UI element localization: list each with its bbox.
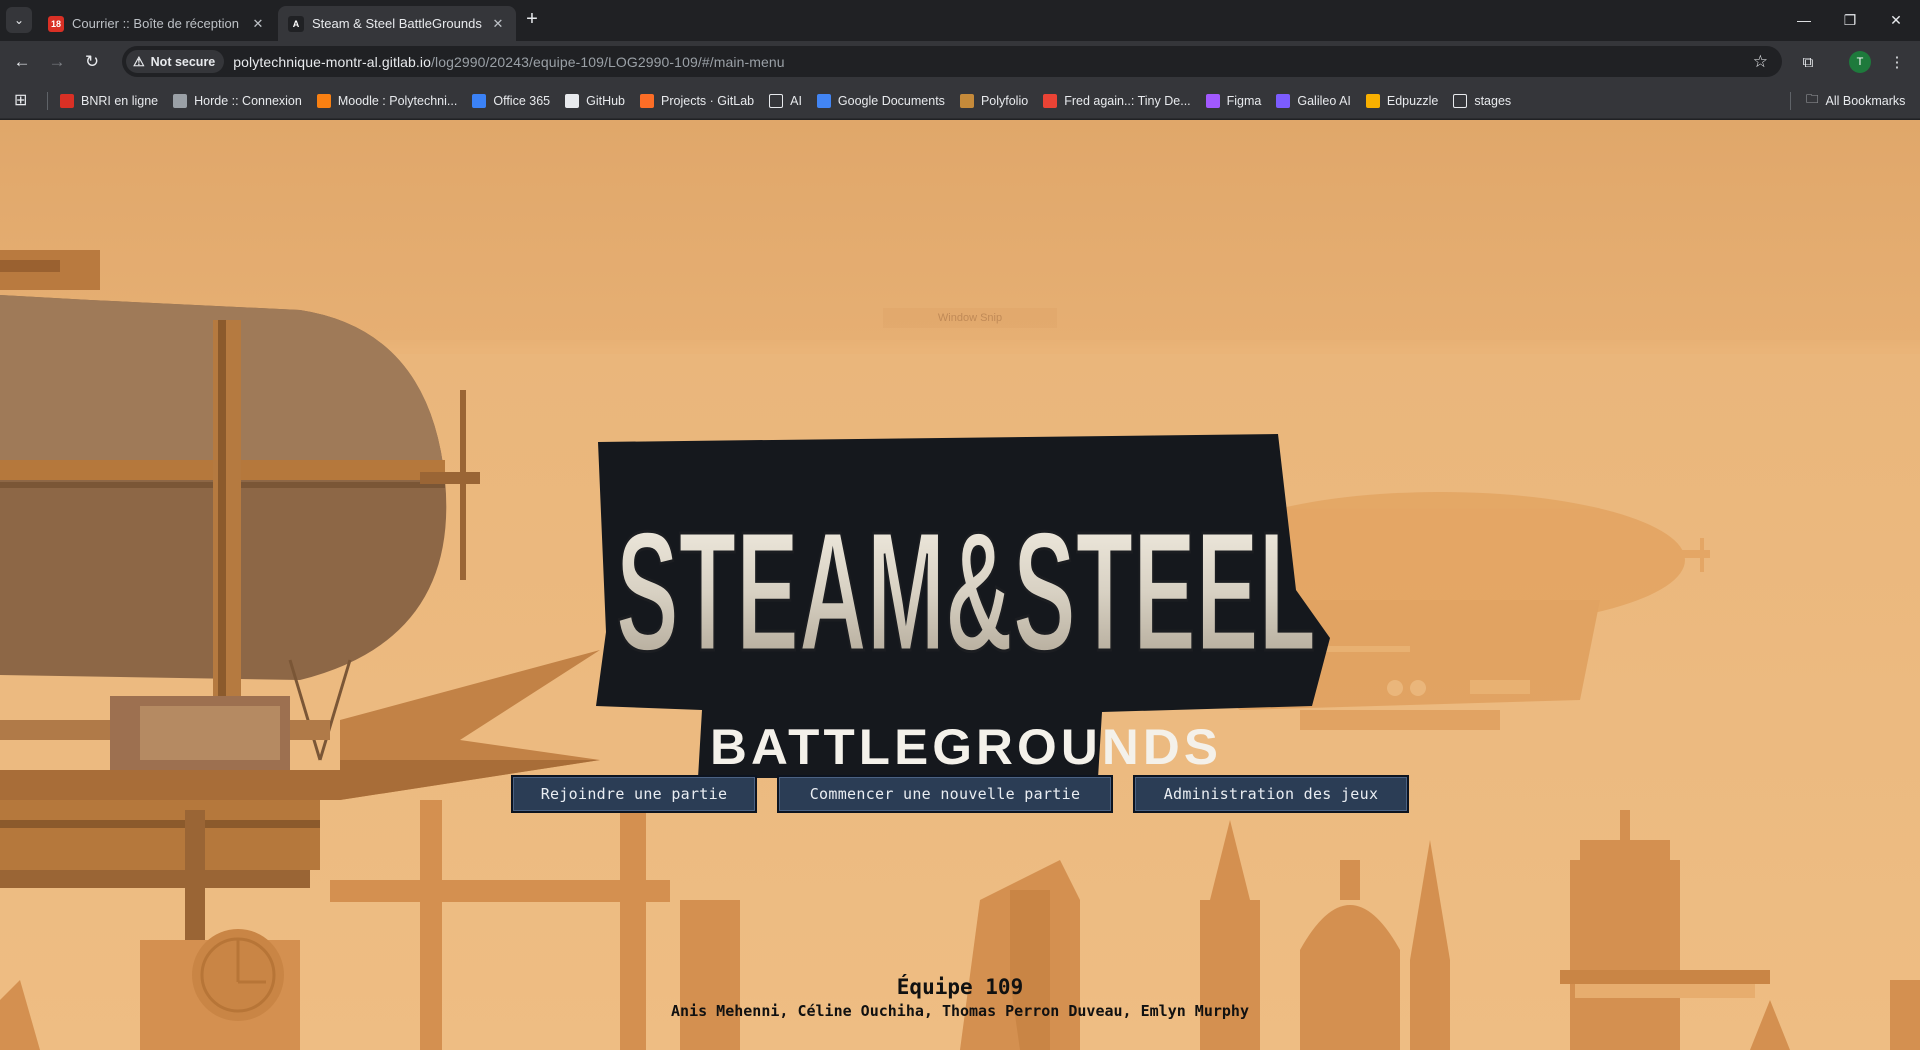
address-bar[interactable]: ⚠ Not secure polytechnique-montr-al.gitl… bbox=[122, 46, 1782, 77]
bookmark-label: Fred again..: Tiny De... bbox=[1064, 93, 1191, 108]
team-title: Équipe 109 bbox=[896, 975, 1024, 999]
polyfolio-icon bbox=[959, 93, 974, 108]
bookmark-label: BNRI en ligne bbox=[81, 93, 159, 108]
foreground-airship bbox=[0, 250, 600, 980]
reload-button[interactable]: ↻ bbox=[79, 49, 105, 75]
bookmark-item[interactable]: GitHub bbox=[565, 93, 626, 108]
security-label: Not secure bbox=[150, 54, 216, 69]
bookmark-label: stages bbox=[1474, 93, 1512, 108]
apps-grid-icon[interactable]: ⊞ bbox=[14, 90, 27, 110]
bookmark-list: BNRI en ligne Horde :: Connexion Moodle : … bbox=[60, 82, 1526, 119]
close-icon: ✕ bbox=[1890, 11, 1902, 28]
bookmark-item[interactable]: Projects · GitLab bbox=[640, 93, 755, 108]
window-close-button[interactable]: ✕ bbox=[1873, 0, 1919, 40]
warning-triangle-icon: ⚠ bbox=[133, 53, 145, 69]
bookmark-label: Moodle : Polytechni... bbox=[337, 93, 458, 108]
new-game-button[interactable]: Commencer une nouvelle partie bbox=[777, 775, 1113, 813]
logo-title: STEAM&STEEL bbox=[616, 497, 1316, 687]
bookmark-label: GitHub bbox=[586, 93, 626, 108]
bookmark-label: Projects · GitLab bbox=[661, 93, 755, 108]
fred-icon bbox=[1043, 93, 1058, 108]
bookmark-item[interactable]: stages bbox=[1453, 93, 1512, 108]
bookmark-star-icon[interactable]: ☆ bbox=[1753, 52, 1768, 72]
security-chip[interactable]: ⚠ Not secure bbox=[126, 50, 225, 73]
bookmark-item[interactable]: Office 365 bbox=[472, 93, 551, 108]
edpuzzle-icon bbox=[1365, 93, 1380, 108]
bookmark-label: Horde :: Connexion bbox=[194, 93, 302, 108]
office-icon bbox=[472, 93, 487, 108]
plus-icon: + bbox=[526, 8, 538, 30]
moodle-icon bbox=[316, 93, 331, 108]
bnri-icon bbox=[60, 93, 74, 108]
url-host: polytechnique-montr-al.gitlab.io bbox=[233, 53, 432, 70]
galileo-icon bbox=[1276, 93, 1291, 108]
tab-strip: ⌄ 18 Courrier :: Boîte de réception ✕ A … bbox=[0, 0, 1920, 41]
tab-title: Courrier :: Boîte de réception bbox=[72, 16, 239, 31]
bookmark-item[interactable]: Fred again..: Tiny De... bbox=[1043, 93, 1191, 108]
tab-title: Steam & Steel BattleGrounds bbox=[312, 16, 482, 31]
bookmark-item[interactable]: Google Documents bbox=[816, 93, 945, 108]
restore-icon: ❐ bbox=[1843, 11, 1857, 28]
main-menu-page: Window Snip STEAM&STEEL BATTLEGROUNDS Re… bbox=[0, 120, 1920, 1050]
forward-button[interactable]: → bbox=[44, 49, 70, 75]
url-path: /log2990/20243/equipe-109/LOG2990-109/#/… bbox=[431, 53, 785, 70]
steam-and-steel-logo: STEAM&STEEL BATTLEGROUNDS bbox=[596, 434, 1330, 778]
bookmark-item[interactable]: Polyfolio bbox=[959, 93, 1029, 108]
divider bbox=[1790, 92, 1791, 110]
bookmarks-bar: ⊞ BNRI en ligne Horde :: Connexion Moodle … bbox=[0, 82, 1920, 119]
new-tab-button[interactable]: + bbox=[520, 8, 544, 32]
bookmark-item[interactable]: Horde :: Connexion bbox=[173, 93, 302, 108]
divider bbox=[47, 92, 48, 110]
extensions-icon[interactable]: ⧉ bbox=[1795, 49, 1821, 75]
folder-icon: 🗀 bbox=[1806, 92, 1819, 106]
arrow-right-icon: → bbox=[48, 52, 66, 71]
all-bookmarks-label: All Bookmarks bbox=[1825, 93, 1906, 108]
bookmark-label: Edpuzzle bbox=[1386, 93, 1439, 108]
angular-icon: A bbox=[288, 15, 304, 32]
bookmark-item[interactable]: Edpuzzle bbox=[1365, 93, 1439, 108]
docs-icon bbox=[816, 93, 831, 108]
tab-steam-steel[interactable]: A Steam & Steel BattleGrounds ✕ bbox=[278, 6, 516, 41]
gitlab-icon bbox=[640, 93, 655, 108]
figma-icon bbox=[1205, 93, 1220, 108]
mail-badge-icon: 18 bbox=[48, 15, 64, 32]
browser-toolbar: ← → ↻ ⚠ Not secure polytechnique-montr-a… bbox=[0, 41, 1920, 82]
bookmark-label: Galileo AI bbox=[1297, 93, 1351, 108]
reload-icon: ↻ bbox=[84, 52, 100, 71]
horde-icon bbox=[173, 93, 188, 108]
bookmark-item[interactable]: Figma bbox=[1205, 93, 1262, 108]
url-text[interactable]: polytechnique-montr-al.gitlab.io/log2990… bbox=[233, 54, 784, 70]
logo-subtitle: BATTLEGROUNDS bbox=[710, 719, 1222, 775]
github-icon bbox=[565, 93, 580, 108]
bookmark-item[interactable]: BNRI en ligne bbox=[60, 93, 159, 108]
join-game-button[interactable]: Rejoindre une partie bbox=[511, 775, 757, 813]
game-admin-button[interactable]: Administration des jeux bbox=[1133, 775, 1409, 813]
all-bookmarks-button[interactable]: 🗀 All Bookmarks bbox=[1806, 82, 1905, 119]
arrow-left-icon: ← bbox=[13, 52, 31, 71]
window-snip-overlay: Window Snip bbox=[883, 308, 1057, 328]
bookmark-label: Google Documents bbox=[837, 93, 945, 108]
bookmark-label: Office 365 bbox=[493, 93, 551, 108]
chevron-down-icon: ⌄ bbox=[13, 13, 25, 27]
bookmark-item[interactable]: AI bbox=[769, 93, 802, 108]
bookmark-item[interactable]: Galileo AI bbox=[1276, 93, 1351, 108]
close-icon[interactable]: ✕ bbox=[490, 16, 506, 32]
bookmark-label: AI bbox=[790, 93, 802, 108]
profile-avatar[interactable]: T bbox=[1849, 51, 1871, 73]
back-button[interactable]: ← bbox=[9, 49, 35, 75]
kebab-menu-icon[interactable]: ⋮ bbox=[1884, 49, 1910, 75]
tab-courrier[interactable]: 18 Courrier :: Boîte de réception ✕ bbox=[38, 6, 276, 41]
team-members: Anis Mehenni, Céline Ouchiha, Thomas Per… bbox=[671, 1002, 1249, 1020]
restore-button[interactable]: ❐ bbox=[1827, 0, 1873, 40]
bookmark-label: Figma bbox=[1226, 93, 1262, 108]
close-icon[interactable]: ✕ bbox=[250, 16, 266, 32]
folder-icon bbox=[1453, 93, 1468, 108]
bookmark-item[interactable]: Moodle : Polytechni... bbox=[316, 93, 458, 108]
minimize-button[interactable]: — bbox=[1781, 0, 1827, 40]
folder-icon bbox=[769, 93, 784, 108]
bookmark-label: Polyfolio bbox=[980, 93, 1029, 108]
tab-search-button[interactable]: ⌄ bbox=[6, 7, 32, 33]
minimize-icon: — bbox=[1797, 12, 1811, 28]
